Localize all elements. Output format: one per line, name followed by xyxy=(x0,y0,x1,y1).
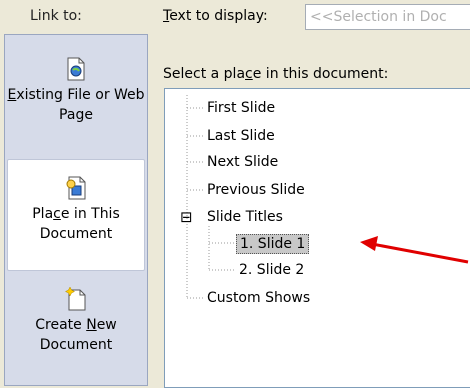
place-in-document-icon xyxy=(66,176,86,200)
tree-item-previous-slide[interactable]: Previous Slide xyxy=(207,181,305,199)
collapse-slide-titles-icon[interactable]: ⊟ xyxy=(180,208,193,226)
tree-item-next-slide[interactable]: Next Slide xyxy=(207,153,278,171)
new-document-icon xyxy=(65,287,86,311)
text-to-display-label: Text to display: xyxy=(163,8,268,24)
document-places-tree[interactable]: First Slide Last Slide Next Slide Previo… xyxy=(164,88,470,388)
link-to-sidebar: Existing File or Web Page Place in This … xyxy=(4,34,148,386)
tree-item-custom-shows[interactable]: Custom Shows xyxy=(207,289,310,307)
sidebar-item-existing-file-label: Existing File or Web Page xyxy=(7,87,145,123)
sidebar-item-place-in-document-label: Place in This Document xyxy=(32,206,120,242)
tree-item-first-slide[interactable]: First Slide xyxy=(207,99,275,117)
sidebar-item-create-new-document[interactable]: Create New Document xyxy=(7,287,145,355)
tree-item-slide-1[interactable]: 1. Slide 1 xyxy=(236,234,310,254)
sidebar-item-place-in-document[interactable]: Place in This Document xyxy=(7,159,145,271)
existing-file-icon xyxy=(67,57,85,81)
text-to-display-input[interactable]: <<Selection in Doc xyxy=(305,4,470,30)
select-place-label: Select a place in this document: xyxy=(163,66,389,82)
tree-item-slide-2[interactable]: 2. Slide 2 xyxy=(239,261,304,279)
sidebar-item-create-new-document-label: Create New Document xyxy=(35,317,117,353)
link-to-label: Link to: xyxy=(30,8,82,24)
tree-item-last-slide[interactable]: Last Slide xyxy=(207,127,275,145)
sidebar-item-existing-file[interactable]: Existing File or Web Page xyxy=(7,57,145,125)
tree-item-slide-titles[interactable]: Slide Titles xyxy=(207,208,283,226)
